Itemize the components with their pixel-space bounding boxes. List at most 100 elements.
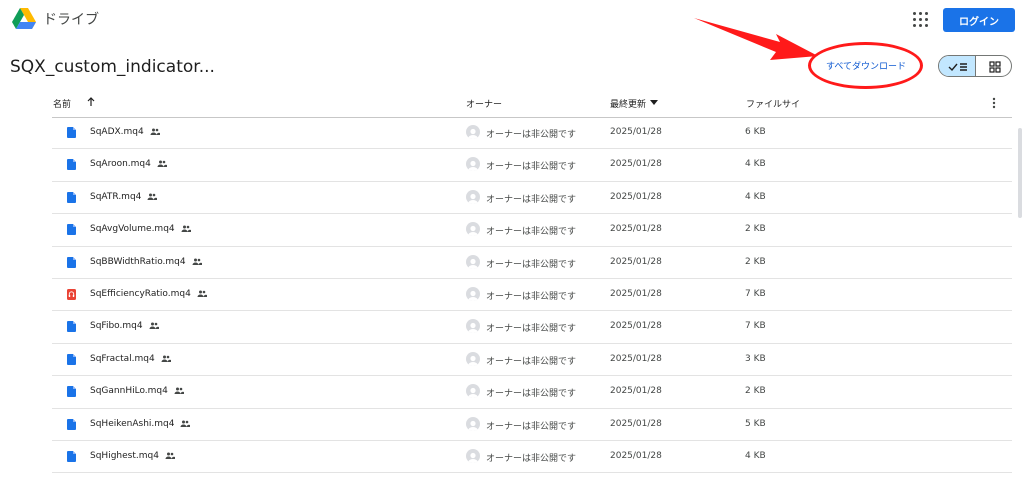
owner-text: オーナーは非公開です [486, 194, 577, 205]
person-avatar-icon [468, 258, 478, 269]
modified-date: 2025/01/28 [610, 353, 662, 364]
table-row[interactable]: SqAroon.mq4 オーナーは非公開です 2025/01/28 4 KB [52, 149, 1012, 182]
owner-avatar [466, 157, 480, 172]
modified-date: 2025/01/28 [610, 418, 662, 429]
grid-view-icon [989, 61, 1001, 73]
download-all-link[interactable]: すべてダウンロード [826, 59, 906, 72]
table-row[interactable]: SqATR.mq4 オーナーは非公開です 2025/01/28 4 KB [52, 182, 1012, 215]
table-row[interactable]: SqEfficiencyRatio.mq4 オーナーは非公開です 2025/01/2… [52, 279, 1012, 312]
column-owner-header[interactable]: オーナー [466, 97, 502, 110]
file-size: 2 KB [745, 224, 766, 235]
dropdown-caret-icon[interactable] [650, 100, 658, 105]
checkmark-list-icon [948, 63, 967, 72]
table-row[interactable]: SqGannHiLo.mq4 オーナーは非公開です 2025/01/28 2 KB [52, 376, 1012, 409]
shared-people-icon [161, 355, 171, 362]
owner-text: オーナーは非公開です [486, 356, 577, 367]
file-name[interactable]: SqEfficiencyRatio.mq4 [90, 289, 207, 299]
file-size: 7 KB [745, 288, 766, 299]
file-size: 2 KB [745, 256, 766, 267]
shared-people-icon [157, 160, 167, 168]
owner-text: オーナーは非公開です [486, 162, 577, 173]
document-file-icon [67, 450, 76, 462]
view-toggle [938, 55, 1012, 77]
table-row[interactable]: SqHighest.mq4 オーナーは非公開です 2025/01/28 4 KB [52, 441, 1012, 474]
apps-grid-icon[interactable] [910, 9, 932, 31]
column-modified-header[interactable]: 最終更新 [610, 97, 646, 110]
person-avatar-icon [468, 290, 478, 301]
shared-people-icon [149, 322, 159, 330]
owner-text: オーナーは非公開です [486, 259, 577, 270]
owner-text: オーナーは非公開です [486, 130, 577, 140]
file-name-text: SqFibo.mq4 [90, 321, 143, 332]
owner-avatar [466, 416, 480, 431]
file-name[interactable]: SqFractal.mq4 [90, 354, 171, 364]
owner-avatar [466, 286, 480, 301]
file-name[interactable]: SqAvgVolume.mq4 [90, 224, 191, 234]
drive-logo-icon[interactable] [12, 8, 36, 30]
grid-view-button[interactable] [976, 56, 1011, 76]
file-name-text: SqHighest.mq4 [90, 450, 159, 461]
file-size: 3 KB [745, 353, 766, 364]
shared-people-icon [180, 420, 191, 427]
file-size: 4 KB [745, 191, 766, 202]
owner-avatar [466, 254, 480, 269]
file-list: SqADX.mq4 オーナーは非公開です 2025/01/28 6 KB SqAroon… [0, 117, 1024, 474]
owner-text: オーナーは非公開です [486, 453, 577, 464]
file-name[interactable]: SqAroon.mq4 [90, 159, 167, 169]
person-avatar-icon [468, 128, 478, 139]
drive-app: ドライブ ログイン SQX_custom_indicator... すべてダウン… [0, 0, 1024, 481]
owner-avatar [466, 351, 480, 366]
person-avatar-icon [468, 161, 478, 172]
modified-date: 2025/01/28 [610, 321, 662, 332]
file-name[interactable]: SqGannHiLo.mq4 [90, 386, 184, 396]
owner-text: オーナーは非公開です [486, 291, 577, 302]
modified-date: 2025/01/28 [610, 386, 662, 397]
file-name-text: SqEfficiencyRatio.mq4 [90, 288, 191, 299]
file-name[interactable]: SqATR.mq4 [90, 192, 158, 202]
file-size: 4 KB [745, 450, 766, 461]
person-avatar-icon [468, 452, 478, 463]
modified-date: 2025/01/28 [610, 450, 662, 461]
table-row[interactable]: SqFractal.mq4 オーナーは非公開です 2025/01/28 3 KB [52, 344, 1012, 377]
top-bar: ドライブ ログイン [0, 0, 1024, 40]
modified-date: 2025/01/28 [610, 224, 662, 235]
file-name[interactable]: SqHighest.mq4 [90, 451, 175, 461]
table-row[interactable]: SqADX.mq4 オーナーは非公開です 2025/01/28 6 KB [52, 117, 1012, 150]
document-file-icon [67, 418, 76, 430]
column-name-header[interactable]: 名前 [53, 97, 71, 110]
owner-text: オーナーは非公開です [486, 324, 577, 335]
owner-avatar [466, 222, 480, 237]
file-size: 2 KB [745, 386, 766, 397]
modified-date: 2025/01/28 [610, 127, 662, 137]
modified-date: 2025/01/28 [610, 191, 662, 202]
person-avatar-icon [468, 355, 478, 366]
more-options-icon[interactable] [992, 97, 996, 109]
app-name: ドライブ [43, 12, 99, 28]
file-name[interactable]: SqHeikenAshi.mq4 [90, 418, 191, 429]
table-row[interactable]: SqHeikenAshi.mq4 オーナーは非公開です 2025/01/28 5 KB [52, 409, 1012, 441]
file-name-text: SqBBWidthRatio.mq4 [90, 256, 186, 267]
list-view-button[interactable] [939, 56, 976, 76]
document-file-icon [67, 224, 76, 236]
shared-people-icon [150, 128, 160, 135]
login-button[interactable]: ログイン [943, 8, 1015, 32]
file-name[interactable]: SqBBWidthRatio.mq4 [90, 257, 202, 267]
sort-arrow-up-icon[interactable] [86, 97, 96, 107]
file-name[interactable]: SqFibo.mq4 [90, 321, 159, 331]
file-name-text: SqAroon.mq4 [90, 159, 151, 170]
person-avatar-icon [468, 323, 478, 334]
table-row[interactable]: SqFibo.mq4 オーナーは非公開です 2025/01/28 7 KB [52, 311, 1012, 344]
column-size-header[interactable]: ファイルサイ [746, 97, 800, 110]
table-row[interactable]: SqAvgVolume.mq4 オーナーは非公開です 2025/01/28 2 KB [52, 214, 1012, 247]
shared-people-icon [181, 225, 191, 233]
table-row[interactable]: SqBBWidthRatio.mq4 オーナーは非公開です 2025/01/28 2 … [52, 247, 1012, 279]
scrollbar[interactable] [1018, 128, 1022, 218]
file-size: 7 KB [745, 321, 766, 332]
person-avatar-icon [468, 420, 478, 431]
file-name[interactable]: SqADX.mq4 [90, 127, 160, 137]
file-name-text: SqGannHiLo.mq4 [90, 386, 168, 397]
file-name-text: SqADX.mq4 [90, 127, 144, 137]
owner-avatar [466, 384, 480, 399]
file-name-text: SqHeikenAshi.mq4 [90, 418, 175, 429]
file-name-text: SqFractal.mq4 [90, 353, 155, 364]
